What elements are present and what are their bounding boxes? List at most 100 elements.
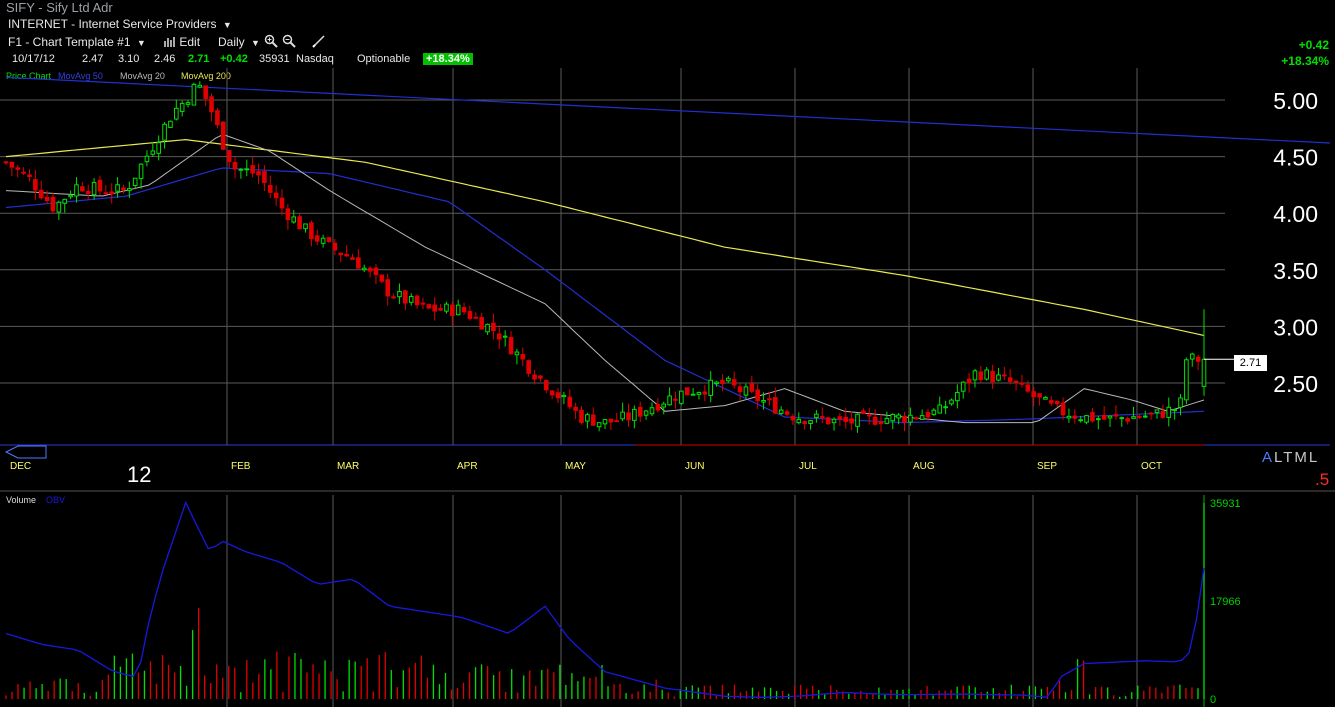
candle-body (784, 411, 790, 415)
month-label: OCT (1141, 461, 1162, 472)
candle-body (684, 387, 690, 396)
candle-body (1119, 417, 1125, 420)
candle-body (467, 311, 473, 319)
candle-body (1090, 411, 1095, 422)
candle-body (643, 410, 649, 416)
candle-body (960, 381, 966, 392)
candle-body (508, 336, 514, 355)
candle-body (931, 409, 937, 415)
candle-body (878, 421, 884, 425)
candle-body (1084, 415, 1089, 423)
candle-body (361, 267, 367, 271)
month-label: AUG (913, 461, 935, 472)
candle-body (702, 391, 708, 395)
candle-body (626, 412, 631, 421)
candle-body (590, 414, 596, 426)
candle-body (726, 377, 731, 382)
candle-body (908, 414, 913, 423)
candle-body (344, 253, 349, 257)
candle-body (1066, 415, 1072, 419)
price-tick-label: 2.50 (1273, 371, 1318, 397)
candle-body (696, 391, 702, 395)
candle-body (1131, 416, 1136, 419)
candle-body (33, 179, 38, 191)
candle-body (596, 422, 602, 428)
candle-body (80, 186, 85, 192)
candle-body (620, 411, 625, 420)
month-label: JUL (799, 461, 817, 472)
candle-body (244, 168, 250, 171)
candle-body (731, 379, 737, 386)
candle-body (649, 407, 655, 415)
price-volume-chart[interactable]: DEC FEB MAR APR MAY JUN JUL AUG SEP OCT 5.00 4.50 4.… (0, 0, 1335, 707)
volume-tick-label: 35931 (1210, 498, 1241, 510)
candle-body (279, 197, 285, 209)
candle-body (408, 295, 414, 303)
candle-body (1095, 418, 1101, 421)
candle-body (1025, 384, 1031, 392)
candle-body (761, 399, 766, 403)
candle-body (209, 96, 214, 113)
ma50-line (5, 167, 1205, 424)
volume-tick-label: 0 (1210, 694, 1216, 706)
candle-body (843, 416, 849, 422)
candle-body (896, 414, 901, 419)
candle-body (861, 410, 866, 414)
candle-body (667, 395, 672, 406)
candle-body (338, 252, 344, 256)
candle-body (655, 403, 661, 411)
candle-body (1013, 380, 1019, 384)
candle-body (602, 419, 608, 425)
candle-body (185, 102, 191, 105)
candle-body (238, 168, 244, 171)
candle-body (491, 322, 496, 332)
candle-body (773, 397, 778, 414)
candle-body (127, 188, 132, 192)
candle-body (526, 360, 531, 374)
altml-a: A (1262, 449, 1275, 466)
candle-body (884, 417, 890, 424)
candle-body (714, 381, 719, 385)
candle-body (450, 304, 455, 317)
candle-body (103, 192, 109, 195)
candle-body (438, 308, 443, 311)
candle-body (367, 267, 373, 272)
candle-body (778, 409, 784, 414)
candle-body (203, 85, 208, 99)
candle-body (426, 304, 432, 309)
candle-body (1172, 409, 1177, 412)
candle-body (115, 184, 120, 192)
candle-body (332, 242, 338, 251)
candle-body (9, 161, 15, 168)
candle-body (420, 302, 426, 305)
candle-body (326, 237, 332, 242)
candle-body (790, 416, 796, 421)
candle-body (972, 370, 978, 381)
candle-body (1002, 374, 1007, 377)
candle-body (567, 396, 573, 408)
candle-body (162, 123, 167, 141)
volume-tick-label: 17966 (1210, 596, 1241, 608)
candle-body (68, 194, 73, 198)
candle-body (943, 406, 948, 409)
candle-body (1107, 415, 1113, 419)
month-label: DEC (10, 461, 31, 472)
candle-body (385, 279, 391, 297)
candle-body (913, 417, 919, 420)
candle-body (1184, 359, 1189, 401)
candle-body (555, 392, 561, 399)
candle-body (661, 403, 667, 408)
candle-body (849, 418, 854, 424)
candle-body (937, 404, 943, 414)
candle-body (673, 398, 678, 401)
candle-body (285, 208, 291, 221)
candle-body (414, 295, 420, 306)
last-price-label: 2.71 (1234, 355, 1267, 371)
candle-body (379, 274, 385, 282)
month-label: MAR (337, 461, 359, 472)
price-tick-label: 3.50 (1273, 258, 1318, 284)
candle-body (549, 390, 555, 396)
candle-body (356, 257, 361, 269)
candle-body (1037, 393, 1042, 398)
altml-indicator[interactable]: ALTML (1262, 449, 1319, 466)
